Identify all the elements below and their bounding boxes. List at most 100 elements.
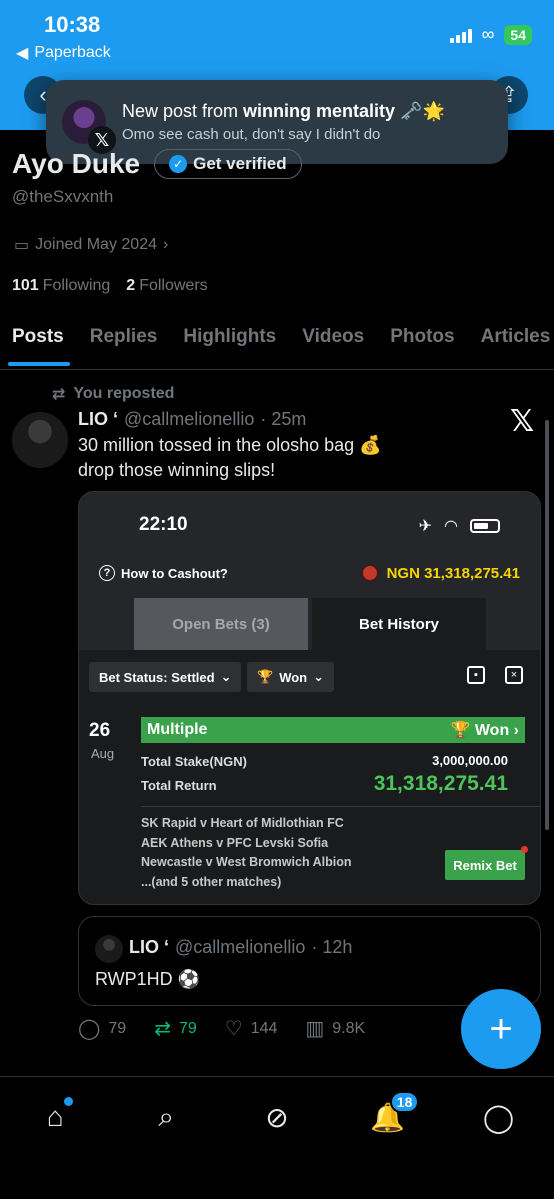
post-text-line: 30 million tossed in the olosho bag 💰 [78, 435, 382, 455]
quoted-post-header: LIO ‘ @callmelionellio · 12h [129, 937, 352, 958]
nav-messages[interactable]: ◯ [479, 1097, 519, 1137]
post-author-name[interactable]: LIO ‘ [78, 409, 118, 430]
battery-icon [470, 519, 500, 533]
following-link[interactable]: 101 Following [12, 277, 110, 295]
post-header: LIO ‘ @callmelionellio · 25m [78, 409, 306, 430]
slip-balance: NGN 31,318,275.41 [360, 564, 520, 582]
match-item: AEK Athens v PFC Levski Sofia [141, 835, 329, 850]
match-item: SK Rapid v Heart of Midlothian FC [141, 816, 344, 830]
tab-videos[interactable]: Videos [302, 318, 364, 369]
x-logo-icon: 𝕏 [510, 405, 535, 438]
view-count: 9.8K [332, 1019, 366, 1037]
scrollbar[interactable] [545, 420, 549, 830]
how-to-cashout-link: ? How to Cashout? [99, 565, 228, 581]
post-time: · 25m [260, 409, 307, 429]
tab-highlights[interactable]: Highlights [183, 318, 276, 369]
profile-handle: @theSxvxnth [12, 187, 114, 206]
followers-count: 2 [126, 277, 136, 294]
followers-label: Followers [139, 277, 208, 294]
bottom-navigation: ⌂ ⌕ ⊘ 🔔 18 ◯ [0, 1076, 554, 1199]
status-indicators: ∞ 54 [449, 24, 532, 45]
total-stake-value: 3,000,000.00 [432, 753, 508, 768]
divider [141, 806, 540, 807]
repost-icon: ⇄ [154, 1018, 171, 1040]
tab-posts[interactable]: Posts [8, 318, 70, 369]
notifications-badge: 18 [389, 1091, 420, 1113]
back-app-label: Paperback [34, 44, 111, 61]
nav-search[interactable]: ⌕ [146, 1097, 186, 1137]
total-return-label: Total Return [141, 778, 217, 793]
like-button[interactable]: ♡ 144 [225, 1016, 278, 1041]
quoted-post-time: · 12h [311, 937, 353, 957]
remix-badge-dot [521, 846, 528, 853]
bet-result-label: Won [474, 722, 510, 739]
bet-day: 26 [89, 720, 111, 741]
back-to-app-link[interactable]: ◀ Paperback [16, 43, 111, 63]
notification-body: Omo see cash out, don't say I didn't do [122, 126, 381, 143]
help-icon: ? [99, 565, 115, 581]
tab-photos[interactable]: Photos [390, 318, 454, 369]
joined-date[interactable]: ▭ Joined May 2024 › [14, 235, 168, 255]
post-author-handle[interactable]: @callmelionellio [124, 409, 254, 430]
remix-bet-button: Remix Bet [445, 850, 525, 880]
chevron-right-icon: › [162, 236, 169, 253]
signal-icon [449, 27, 472, 43]
tab-replies[interactable]: Replies [90, 318, 158, 369]
bet-type: Multiple [147, 721, 208, 738]
nav-home[interactable]: ⌂ [35, 1097, 75, 1137]
slip-status-time: 22:10 [139, 514, 188, 535]
following-count: 101 [12, 277, 39, 294]
notification-author: winning mentality [243, 101, 396, 121]
post-actions: ◯ 79 ⇄ 79 ♡ 144 ▥ 9.8K [78, 1016, 365, 1041]
match-list: SK Rapid v Heart of Midlothian FC AEK At… [141, 814, 351, 892]
search-icon: ⌕ [158, 1100, 175, 1132]
quoted-post[interactable]: LIO ‘ @callmelionellio · 12h RWP1HD ⚽ [78, 916, 541, 1006]
reply-button[interactable]: ◯ 79 [78, 1016, 126, 1041]
link-icon: ∞ [481, 24, 495, 44]
chevron-down-icon: ⌄ [220, 669, 232, 684]
verified-badge-icon: ✓ [169, 155, 188, 173]
bet-type-bar: Multiple 🏆 Won › [141, 717, 525, 743]
post-text: 30 million tossed in the olosho bag 💰 dr… [78, 433, 498, 483]
nav-grok[interactable]: ⊘ [257, 1097, 297, 1137]
balance-value: NGN 31,318,275.41 [386, 564, 520, 582]
trash-icon: × [505, 666, 523, 684]
repost-count: 79 [178, 1019, 197, 1037]
calendar-icon: ▪ [467, 666, 485, 684]
following-label: Following [42, 277, 111, 294]
tab-articles[interactable]: Articles [481, 318, 551, 369]
profile-name: Ayo Duke [12, 148, 141, 179]
quoted-post-text: RWP1HD ⚽ [95, 969, 201, 989]
bar-chart-icon: ▥ [305, 1018, 325, 1040]
repost-indicator: ⇄ You reposted [52, 384, 174, 404]
repost-button[interactable]: ⇄ 79 [154, 1016, 197, 1041]
wifi-icon: ◠ [444, 518, 458, 535]
followers-link[interactable]: 2 Followers [126, 277, 207, 295]
trophy-icon: 🏆 [450, 722, 471, 739]
chevron-right-icon: › [513, 722, 519, 739]
views-button[interactable]: ▥ 9.8K [305, 1016, 365, 1041]
calendar-icon: ▭ [14, 237, 30, 254]
repost-icon: ⇄ [52, 386, 66, 403]
status-time: 10:38 [44, 12, 101, 37]
quoted-author-handle: @callmelionellio [175, 937, 306, 957]
total-return-value: 31,318,275.41 [373, 772, 508, 795]
compose-post-button[interactable]: + [461, 989, 541, 1069]
notification-avatar: 𝕏 [62, 100, 116, 154]
post-author-avatar[interactable] [12, 412, 68, 468]
reply-count: 79 [108, 1019, 127, 1037]
slip-tab-bet-history: Bet History [312, 598, 486, 650]
home-icon: ⌂ [46, 1101, 64, 1132]
post-image-bet-slip[interactable]: 22:10 ✈ ◠ ? How to Cashout? NGN 31,318,2… [78, 491, 541, 905]
battery-indicator: 54 [504, 24, 532, 45]
nav-notifications[interactable]: 🔔 18 [368, 1091, 420, 1137]
bet-status-label: Bet Status: Settled [99, 669, 215, 685]
message-icon: ◯ [482, 1101, 515, 1133]
bet-month: Aug [91, 746, 115, 761]
get-verified-button[interactable]: ✓ Get verified [154, 149, 302, 179]
match-more: ...(and 5 other matches) [141, 874, 282, 889]
bet-result: 🏆 Won › [450, 720, 519, 740]
quoted-author-avatar [95, 935, 123, 963]
won-filter-label: Won [279, 669, 308, 685]
coin-icon [360, 564, 379, 582]
